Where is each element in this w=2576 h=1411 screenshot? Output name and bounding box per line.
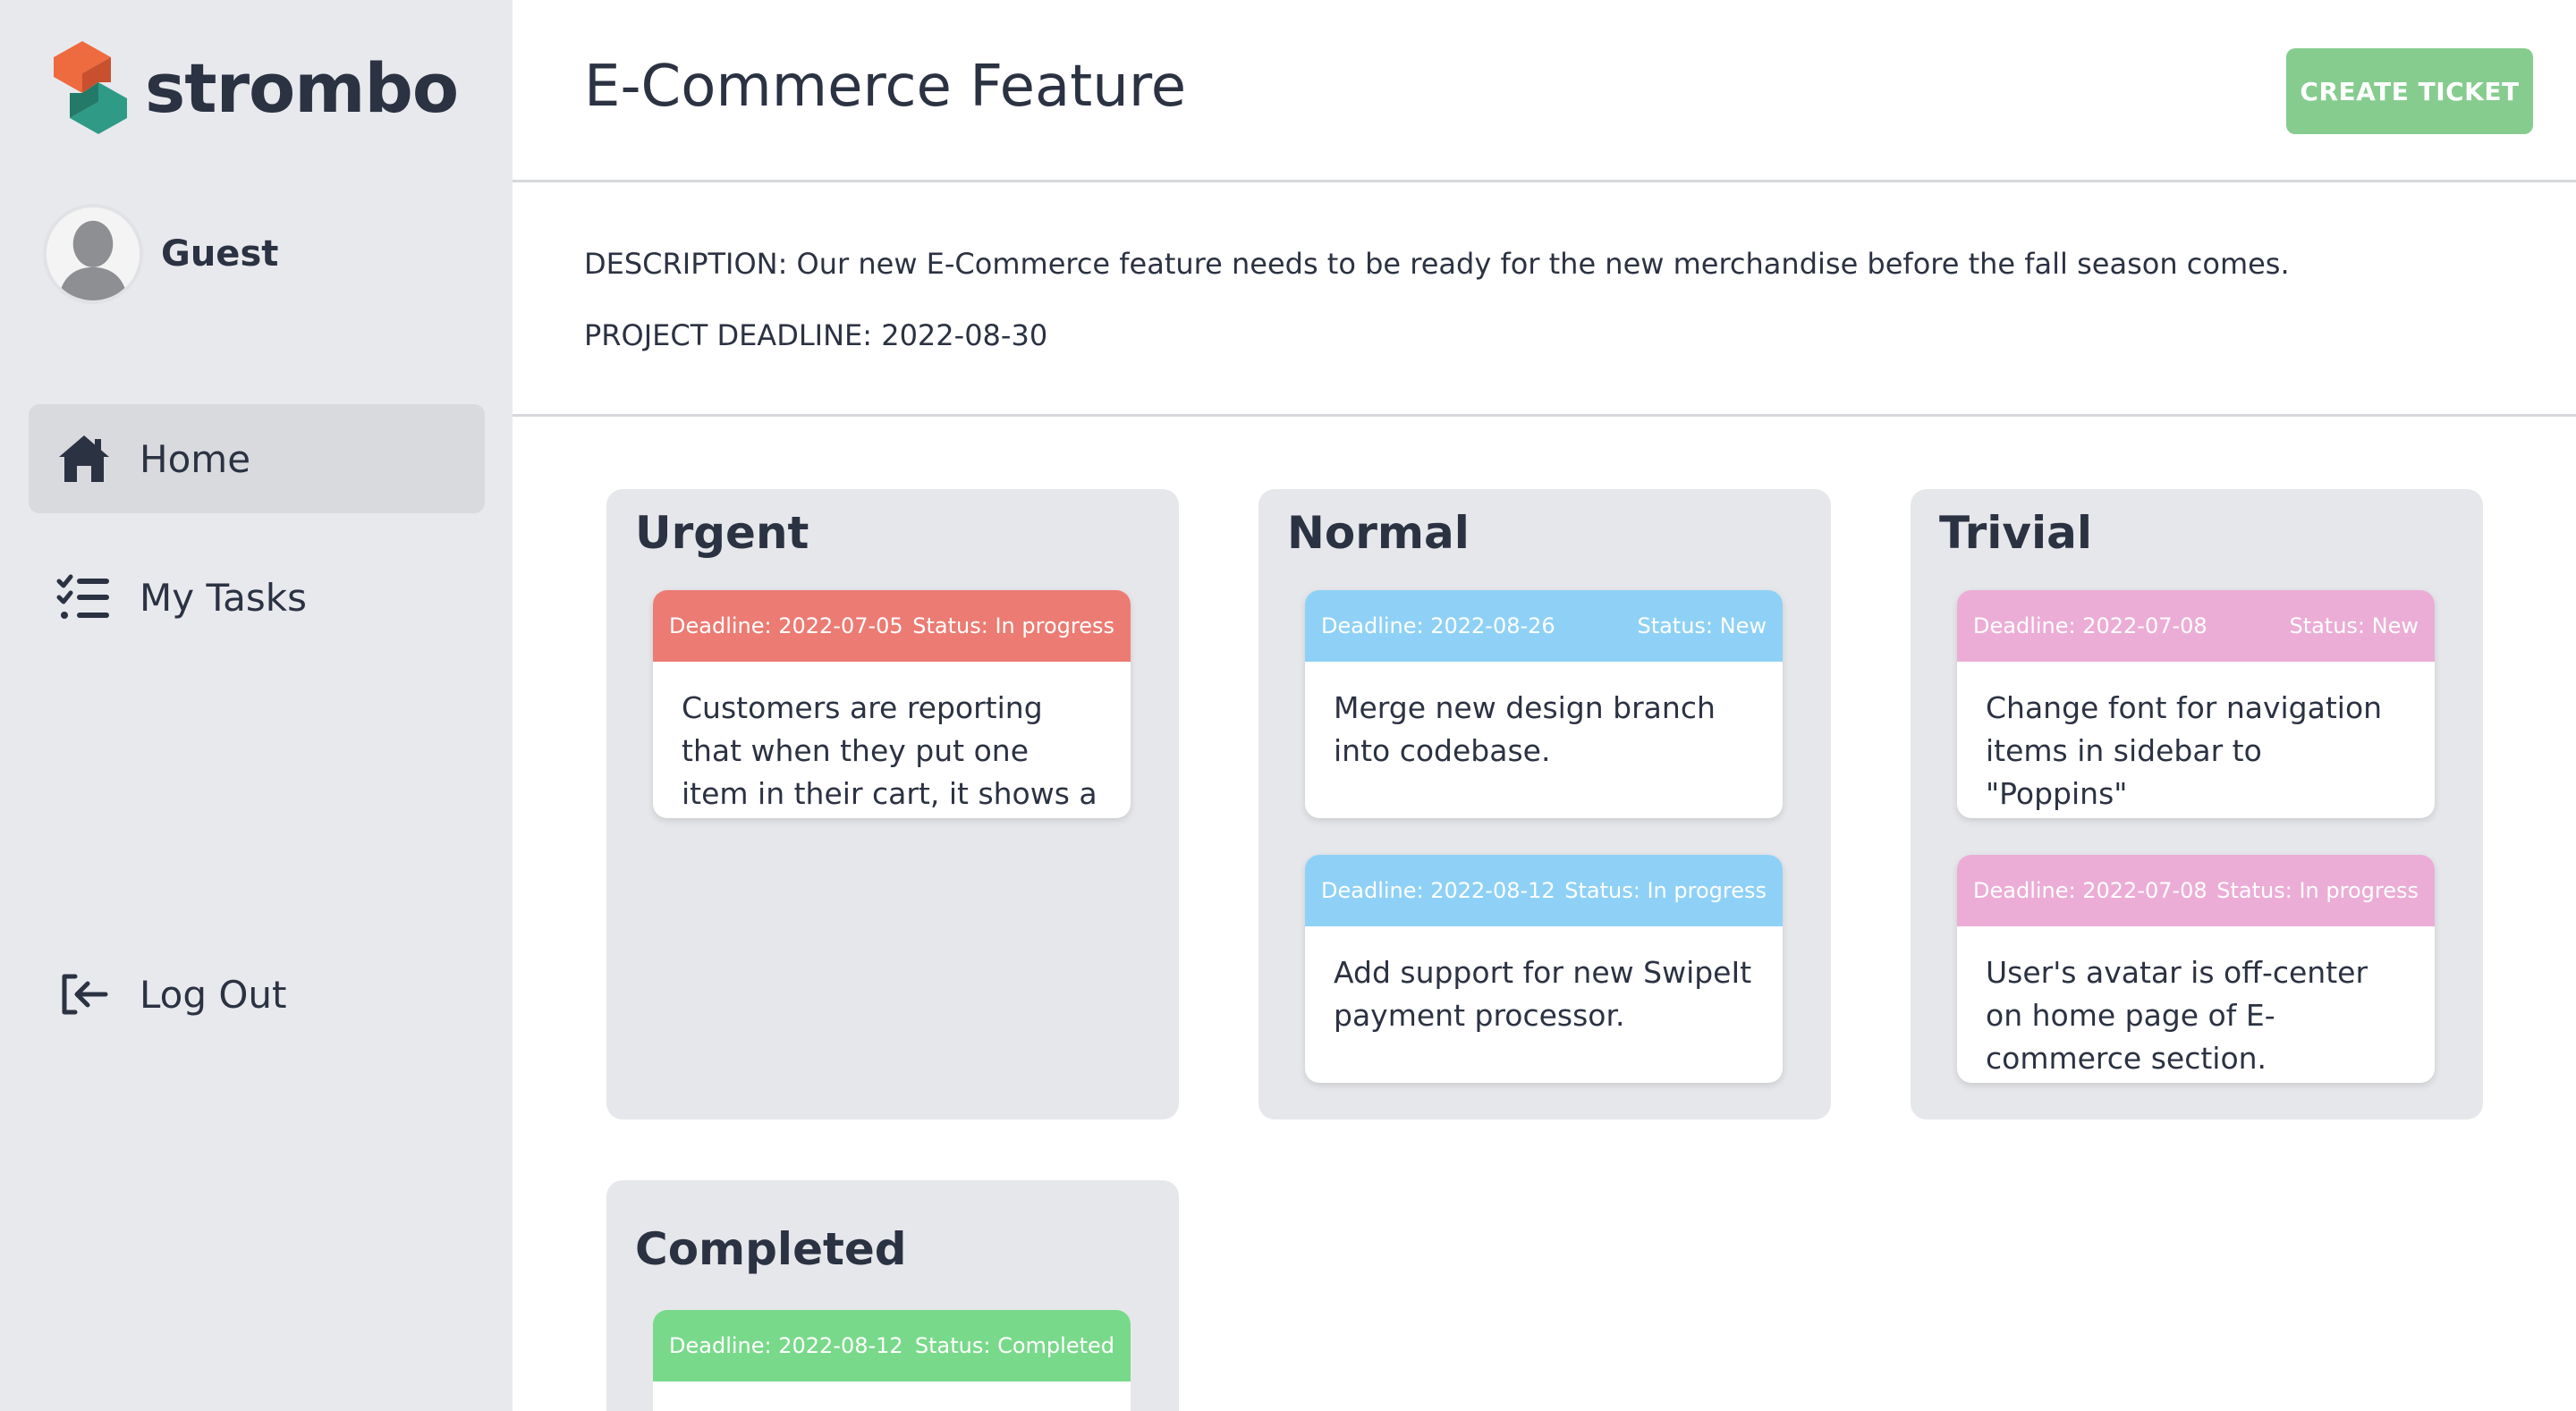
ticket-header: Deadline: 2022-07-08 Status: In progress [1957,855,2435,926]
nav-item-my-tasks[interactable]: My Tasks [29,543,485,652]
nav-label-logout: Log Out [140,972,287,1017]
strombo-logo-icon [54,41,127,134]
ticket-description: Customers are reporting that when they p… [682,690,1097,811]
column-title: Normal [1287,507,1470,559]
user-silhouette-icon [47,207,140,300]
ticket-card[interactable]: Deadline: 2022-07-08 Status: In progress… [1957,855,2435,1083]
column-title: Completed [635,1223,907,1275]
user-name: Guest [161,233,279,275]
project-info: DESCRIPTION: Our new E-Commerce feature … [513,182,2576,417]
project-deadline: PROJECT DEADLINE: 2022-08-30 [584,318,1048,352]
ticket-card[interactable]: Deadline: 2022-07-08 Status: New Change … [1957,590,2435,818]
page-header: E-Commerce Feature CREATE TICKET [513,0,2576,182]
ticket-deadline: Deadline: 2022-08-26 [1321,613,1555,638]
column-title: Urgent [635,507,809,559]
column-completed: Completed Deadline: 2022-08-12 Status: C… [606,1180,1179,1411]
ticket-header: Deadline: 2022-08-12 Status: In progress [1305,855,1783,926]
main-content: E-Commerce Feature CREATE TICKET DESCRIP… [513,0,2576,1411]
ticket-status: Status: In progress [912,613,1114,638]
app: strombo Guest Home My Tasks Log Out E-Co… [0,0,2576,1411]
logout-icon [62,974,108,1015]
nav-label-my-tasks: My Tasks [140,575,307,620]
ticket-status: Status: Completed [914,1333,1114,1358]
brand-name: strombo [145,47,459,128]
column-trivial: Trivial Deadline: 2022-07-08 Status: New… [1911,489,2483,1120]
avatar [43,204,143,304]
create-ticket-button[interactable]: CREATE TICKET [2286,48,2533,134]
ticket-deadline: Deadline: 2022-07-08 [1973,878,2207,903]
nav-label-home: Home [140,436,251,481]
ticket-status: Status: New [1637,613,1767,638]
brand-logo[interactable]: strombo [47,41,459,134]
user-profile[interactable]: Guest [43,204,278,304]
task-list-icon [56,574,109,619]
home-icon [59,435,109,482]
ticket-description: Merge new design branch into codebase. [1334,690,1716,768]
ticket-deadline: Deadline: 2022-07-05 [669,613,903,638]
ticket-header: Deadline: 2022-07-05 Status: In progress [653,590,1131,662]
sidebar: strombo Guest Home My Tasks Log Out [0,0,513,1411]
column-urgent: Urgent Deadline: 2022-07-05 Status: In p… [606,489,1179,1120]
ticket-status: Status: In progress [1564,878,1767,903]
column-normal: Normal Deadline: 2022-08-26 Status: New … [1258,489,1831,1120]
ticket-status: Status: In progress [2216,878,2419,903]
nav-item-home[interactable]: Home [29,404,485,513]
ticket-description: Add support for new SwipeIt payment proc… [1334,955,1752,1033]
ticket-deadline: Deadline: 2022-08-12 [669,1333,903,1358]
ticket-deadline: Deadline: 2022-07-08 [1973,613,2207,638]
ticket-description: Change font for navigation items in side… [1986,690,2383,811]
ticket-card[interactable]: Deadline: 2022-08-26 Status: New Merge n… [1305,590,1783,818]
ticket-header: Deadline: 2022-07-08 Status: New [1957,590,2435,662]
ticket-card[interactable]: Deadline: 2022-08-12 Status: Completed [653,1310,1131,1411]
ticket-header: Deadline: 2022-08-12 Status: Completed [653,1310,1131,1381]
ticket-description: User's avatar is off-center on home page… [1986,955,2368,1076]
logout-button[interactable]: Log Out [29,940,485,1049]
column-title: Trivial [1939,507,2093,559]
ticket-deadline: Deadline: 2022-08-12 [1321,878,1555,903]
ticket-header: Deadline: 2022-08-26 Status: New [1305,590,1783,662]
ticket-card[interactable]: Deadline: 2022-08-12 Status: In progress… [1305,855,1783,1083]
ticket-card[interactable]: Deadline: 2022-07-05 Status: In progress… [653,590,1131,818]
project-description: DESCRIPTION: Our new E-Commerce feature … [584,247,2290,281]
page-title: E-Commerce Feature [584,54,1187,120]
ticket-status: Status: New [2289,613,2419,638]
